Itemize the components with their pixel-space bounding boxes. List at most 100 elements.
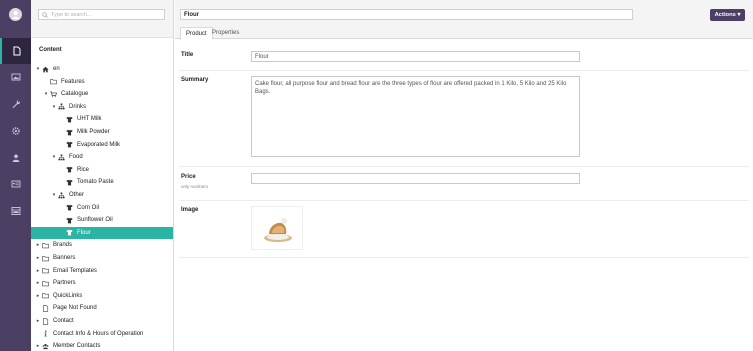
content-tree-panel: Type to search... Content ▾ en Features ▾ Ca… — [31, 0, 174, 351]
tshirt-icon — [65, 116, 74, 123]
tree-node[interactable]: UHT Milk — [31, 113, 173, 125]
divider — [179, 257, 749, 258]
tree-node[interactable]: Features — [31, 76, 173, 88]
folder-icon — [49, 78, 58, 85]
tree-node[interactable]: Corn Oil — [31, 202, 173, 214]
title-label: Title — [181, 52, 194, 58]
avatar[interactable] — [9, 8, 22, 21]
folder-icon — [41, 267, 50, 274]
tree-node-label: Partners — [53, 280, 76, 287]
divider — [179, 70, 749, 71]
media-section-button[interactable] — [0, 64, 31, 90]
tree-node[interactable]: Evaporated Milk — [31, 139, 173, 151]
title-field[interactable]: Flour — [251, 51, 580, 62]
sitemap-icon — [57, 192, 66, 199]
settings-tools-button[interactable] — [0, 91, 31, 117]
folder-icon — [41, 255, 50, 262]
tree-node-label: Member Contacts — [53, 343, 101, 350]
document-icon — [13, 46, 20, 56]
tree-node-label: Corn Oil — [77, 204, 100, 211]
tree-node-label: Flour — [77, 229, 91, 236]
tree-node[interactable]: ▾ Food — [31, 151, 173, 163]
tree-node[interactable]: Tomato Paste — [31, 176, 173, 188]
tree-node[interactable]: ▸ Contact — [31, 315, 173, 327]
tree-node[interactable]: Milk Powder — [31, 126, 173, 138]
tree-node-label: Page Not Found — [53, 305, 97, 312]
summary-field[interactable]: Cake flour, all purpose flour and bread … — [251, 76, 580, 157]
tshirt-icon — [65, 129, 74, 136]
tree-node-label: Tomato Paste — [77, 179, 114, 186]
tree-node-label: QuickLinks — [53, 292, 83, 299]
gear-icon — [11, 127, 20, 135]
tree-node-label: Email Templates — [53, 267, 97, 274]
forms-section-button[interactable] — [0, 198, 31, 224]
tree-node-label: Contact Info & Hours of Operation — [53, 330, 144, 337]
contact-card-icon — [11, 180, 20, 188]
tree-node-label: Evaporated Milk — [77, 141, 121, 148]
tshirt-icon — [65, 229, 74, 236]
home-icon — [41, 66, 50, 73]
divider — [179, 166, 749, 167]
tree-node[interactable]: ▸ Partners — [31, 277, 173, 289]
settings-section-button[interactable] — [0, 118, 31, 144]
tshirt-icon — [65, 217, 74, 224]
search-placeholder: Type to search... — [51, 11, 92, 18]
users-section-button[interactable] — [0, 145, 31, 171]
users-icon — [41, 343, 50, 350]
info-icon — [41, 330, 50, 337]
tree-node-label: en — [53, 66, 60, 72]
tree-node[interactable]: ▸ Email Templates — [31, 265, 173, 277]
price-field[interactable] — [251, 173, 580, 184]
price-label: Price — [181, 174, 196, 180]
editor-tabs: Product Properties — [175, 27, 753, 40]
tree-node-label: Contact — [53, 318, 74, 324]
tree-node-label: Features — [61, 78, 85, 85]
tree-node[interactable]: ▸ Brands — [31, 239, 173, 251]
form-icon — [11, 207, 20, 215]
tree-node-label: Rice — [77, 166, 90, 173]
tree-node-label: Other — [69, 192, 85, 198]
tshirt-icon — [65, 204, 74, 211]
tree-node[interactable]: Rice — [31, 164, 173, 176]
tree-node[interactable]: ▸ Member Contacts — [31, 340, 173, 351]
wrench-icon — [12, 100, 20, 108]
tree-node-label: Sunflower Oil — [77, 217, 113, 224]
folder-icon — [41, 292, 50, 299]
user-icon — [12, 154, 19, 162]
tree-node-label: UHT Milk — [77, 116, 102, 123]
section-rail — [0, 0, 31, 351]
tree-node-label: Drinks — [69, 103, 87, 110]
image-label: Image — [181, 207, 199, 213]
tree-node[interactable]: ▾ en — [31, 63, 173, 75]
tshirt-icon — [65, 179, 74, 186]
tree-node[interactable]: Contact Info & Hours of Operation — [31, 328, 173, 340]
image-icon — [11, 73, 20, 81]
flour-image — [264, 218, 292, 242]
tree-node-label: Milk Powder — [77, 129, 110, 135]
content-section-button[interactable] — [0, 38, 31, 64]
tree-section-title: Content — [39, 47, 62, 53]
search-icon — [42, 11, 48, 18]
tree-node[interactable]: ▾ Catalogue — [31, 88, 173, 100]
tree-search-input[interactable]: Type to search... — [38, 9, 165, 20]
node-name-input[interactable]: Flour — [180, 9, 633, 20]
tree-node[interactable]: ▸ QuickLinks — [31, 290, 173, 302]
tree-node[interactable]: ▾ Other — [31, 189, 173, 201]
tree-node[interactable]: ▾ Drinks — [31, 101, 173, 113]
tree-node-label: Brands — [53, 242, 73, 249]
tab-properties[interactable]: Properties — [207, 27, 244, 39]
tree-node[interactable]: Flour — [31, 226, 173, 239]
actions-button[interactable]: Actions ▾ — [710, 9, 745, 21]
page-icon — [41, 317, 50, 325]
tree-node-label: Banners — [53, 255, 76, 261]
tree-node[interactable]: Page Not Found — [31, 302, 173, 314]
members-section-button[interactable] — [0, 171, 31, 197]
tshirt-icon — [65, 141, 74, 148]
tree-node[interactable]: Sunflower Oil — [31, 214, 173, 226]
folder-icon — [41, 280, 50, 287]
editor-content: Title Flour Summary Cake flour, all purp… — [175, 40, 753, 351]
price-description: only numbers — [181, 184, 209, 189]
product-image-thumbnail[interactable] — [251, 206, 303, 250]
tree-node[interactable]: ▸ Banners — [31, 252, 173, 264]
editor-header: Flour Actions ▾ — [175, 0, 753, 27]
